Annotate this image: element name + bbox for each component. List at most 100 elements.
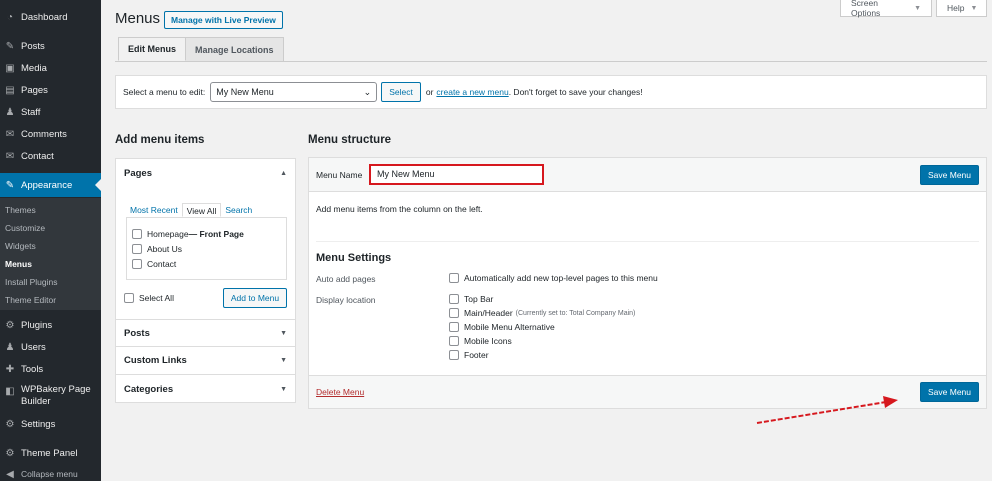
sidebar-item-label: Appearance: [21, 179, 73, 191]
menu-name-input[interactable]: My New Menu: [369, 164, 544, 185]
location-checkbox-mobile-menu-alternative[interactable]: [449, 322, 459, 332]
menu-instructions: Add menu items from the column on the le…: [316, 204, 483, 214]
page-name: About Us: [147, 244, 182, 254]
arrow-down-icon: ▼: [280, 385, 287, 393]
page-title: Menus: [115, 10, 161, 27]
admin-sidebar: ◔ Dashboard ✎ Posts ▣ Media ▤ Pages ♟ St…: [0, 0, 101, 481]
select-all-checkbox[interactable]: [124, 293, 134, 303]
add-menu-items-heading: Add menu items: [115, 134, 205, 146]
save-menu-button-bottom[interactable]: Save Menu: [920, 382, 979, 402]
add-menu-items-panel: Pages ▲ Most Recent View All Search Home…: [115, 158, 296, 403]
sidebar-item-label: Plugins: [21, 319, 53, 331]
location-name: Top Bar: [464, 294, 494, 304]
manage-live-preview-button[interactable]: Manage with Live Preview: [164, 11, 283, 29]
page-checkbox-contact[interactable]: [132, 259, 142, 269]
help-button[interactable]: Help ▼: [936, 0, 987, 17]
staff-icon: ♟: [5, 106, 15, 118]
location-checkbox-main-header[interactable]: [449, 308, 459, 318]
location-option: Main/Header (Currently set to: Total Com…: [449, 308, 635, 318]
location-option: Footer: [449, 350, 489, 360]
submenu-item-menus[interactable]: Menus: [5, 259, 32, 269]
screen-options-button[interactable]: Screen Options ▼: [840, 0, 932, 18]
menu-structure-panel: Menu Name My New Menu Save Menu Add menu…: [308, 157, 987, 409]
sidebar-item-label: Users: [21, 341, 46, 353]
sidebar-item-wpbakery[interactable]: ◧ WPBakery Page Builder: [0, 384, 101, 410]
sidebar-item-tools[interactable]: ✚ Tools: [0, 362, 101, 376]
location-note: (Currently set to: Total Company Main): [515, 309, 636, 317]
menu-settings-title: Menu Settings: [316, 252, 392, 264]
location-checkbox-top-bar[interactable]: [449, 294, 459, 304]
screen-options-label: Screen Options: [851, 0, 881, 18]
page-checkbox-homepage[interactable]: [132, 229, 142, 239]
sidebar-item-label: Contact: [21, 150, 54, 162]
save-menu-button-top[interactable]: Save Menu: [920, 165, 979, 185]
delete-menu-link[interactable]: Delete Menu: [316, 387, 364, 397]
menu-structure-heading: Menu structure: [308, 134, 392, 146]
sidebar-item-settings[interactable]: ⚙ Settings: [0, 417, 101, 431]
menu-name-label: Menu Name: [316, 170, 363, 180]
tab-search[interactable]: Search: [221, 203, 256, 217]
arrow-down-icon: ▼: [280, 357, 287, 364]
theme-panel-icon: ⚙: [5, 447, 15, 459]
sidebar-item-contact[interactable]: ✉ Contact: [0, 149, 101, 163]
posts-section-header[interactable]: Posts ▼: [116, 319, 295, 347]
location-checkbox-mobile-icons[interactable]: [449, 336, 459, 346]
pages-icon: ▤: [5, 84, 15, 96]
arrow-down-icon: ▼: [280, 329, 287, 337]
settings-divider: [316, 241, 979, 242]
add-to-menu-button[interactable]: Add to Menu: [223, 288, 287, 308]
sidebar-item-staff[interactable]: ♟ Staff: [0, 105, 101, 119]
location-option: Top Bar: [449, 294, 493, 304]
page-name: Contact: [147, 259, 177, 269]
tab-most-recent[interactable]: Most Recent: [126, 203, 182, 217]
submenu-item-install-plugins[interactable]: Install Plugins: [5, 277, 57, 287]
plugins-icon: ⚙: [5, 319, 15, 331]
menu-select-dropdown[interactable]: My New Menu ⌄: [210, 82, 378, 102]
page-checkbox-about-us[interactable]: [132, 244, 142, 254]
pin-icon: ✎: [5, 40, 15, 52]
tab-view-all[interactable]: View All: [181, 203, 222, 217]
contact-icon: ✉: [5, 150, 15, 162]
custom-links-section-title: Custom Links: [124, 355, 187, 366]
users-icon: ♟: [5, 341, 15, 353]
auto-add-pages-text: Automatically add new top-level pages to…: [464, 273, 658, 283]
auto-add-pages-checkbox[interactable]: [449, 273, 459, 283]
appearance-icon: ✎: [5, 179, 15, 191]
collapse-menu-button[interactable]: ◀ Collapse menu: [0, 467, 101, 481]
select-button[interactable]: Select: [381, 82, 421, 102]
tabs-divider: [115, 61, 987, 62]
tab-edit-menus[interactable]: Edit Menus: [118, 37, 187, 61]
caret-down-icon: ▼: [970, 4, 978, 12]
sidebar-item-pages[interactable]: ▤ Pages: [0, 83, 101, 97]
posts-section-title: Posts: [124, 327, 150, 339]
sidebar-item-label: Dashboard: [21, 11, 68, 23]
pages-section-header[interactable]: Pages ▲: [116, 159, 295, 187]
sidebar-item-users[interactable]: ♟ Users: [0, 340, 101, 354]
sidebar-item-plugins[interactable]: ⚙ Plugins: [0, 318, 101, 332]
submenu-item-theme-editor[interactable]: Theme Editor: [5, 295, 56, 305]
menu-select-value: My New Menu: [216, 87, 274, 97]
sidebar-item-label-line1: WPBakery Page: [21, 384, 91, 395]
or-text: or: [425, 87, 434, 97]
sidebar-item-posts[interactable]: ✎ Posts: [0, 39, 101, 53]
tab-manage-locations[interactable]: Manage Locations: [185, 37, 284, 61]
custom-links-section-header[interactable]: Custom Links ▼: [116, 347, 295, 375]
sidebar-item-comments[interactable]: ✉ Comments: [0, 127, 101, 141]
pages-checklist: Homepage — Front Page About Us Contact: [126, 217, 287, 280]
sidebar-item-label: Media: [21, 62, 47, 74]
location-checkbox-footer[interactable]: [449, 350, 459, 360]
submenu-item-themes[interactable]: Themes: [5, 205, 36, 215]
pages-section-title: Pages: [124, 167, 152, 179]
submenu-item-widgets[interactable]: Widgets: [5, 241, 36, 251]
sidebar-item-media[interactable]: ▣ Media: [0, 61, 101, 75]
sidebar-item-label: Comments: [21, 128, 67, 140]
sidebar-item-dashboard[interactable]: ◔ Dashboard: [0, 10, 101, 24]
auto-add-pages-option: Automatically add new top-level pages to…: [449, 273, 658, 283]
submenu-item-customize[interactable]: Customize: [5, 223, 45, 233]
sidebar-item-appearance[interactable]: ✎ Appearance: [0, 173, 101, 197]
sidebar-item-label: Collapse menu: [21, 469, 78, 479]
menu-footer: Delete Menu Save Menu: [309, 375, 986, 408]
sidebar-item-theme-panel[interactable]: ⚙ Theme Panel: [0, 446, 101, 460]
categories-section-header[interactable]: Categories ▼: [116, 375, 295, 403]
create-new-menu-link[interactable]: create a new menu: [436, 87, 508, 97]
